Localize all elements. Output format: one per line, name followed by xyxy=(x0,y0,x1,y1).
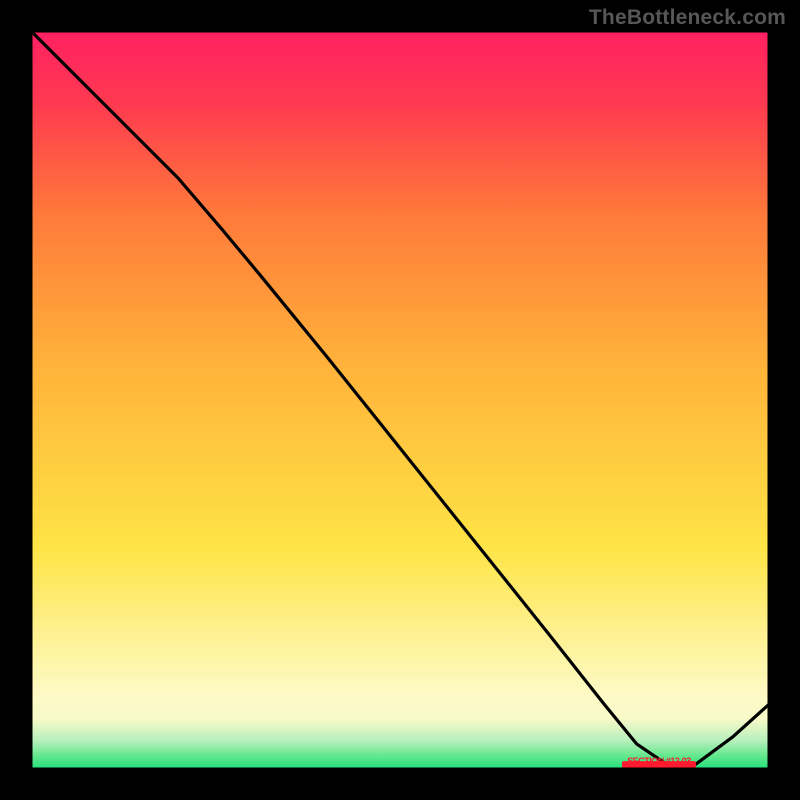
watermark-text: TheBottleneck.com xyxy=(589,6,786,30)
optimal-marker: SECTION #12-03 xyxy=(622,756,696,768)
chart-frame: TheBottleneck.com SECTION #12-03 xyxy=(0,0,800,800)
marker-label: SECTION #12-03 xyxy=(627,756,691,766)
chart-svg: SECTION #12-03 xyxy=(30,30,770,770)
plot-area: SECTION #12-03 xyxy=(30,30,770,770)
